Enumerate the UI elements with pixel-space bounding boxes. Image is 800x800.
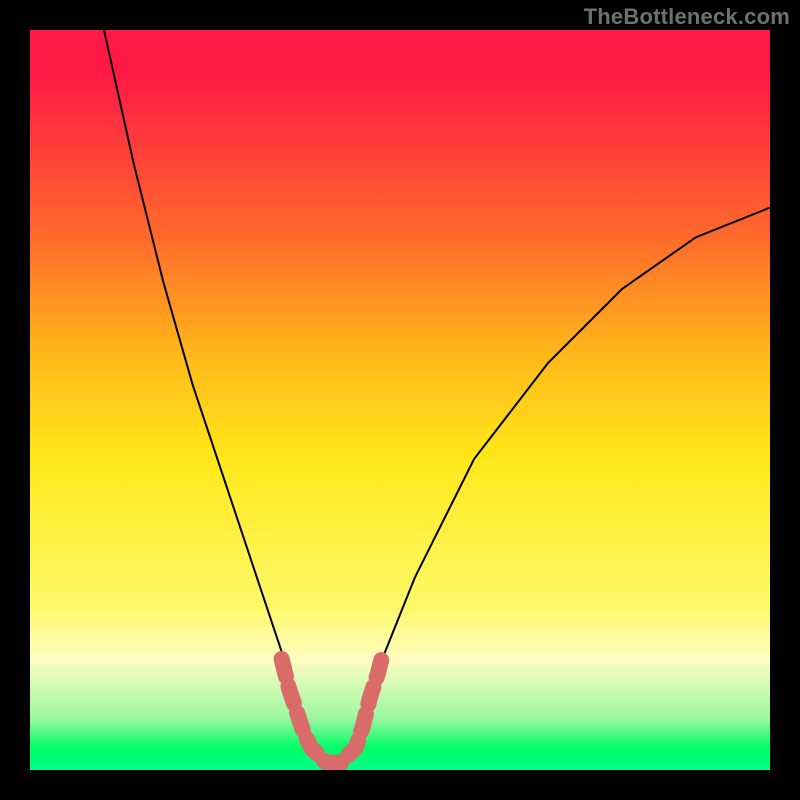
watermark-text: TheBottleneck.com: [584, 4, 790, 30]
chart-frame: TheBottleneck.com: [0, 0, 800, 800]
chart-svg: [30, 30, 770, 770]
optimal-band-markers: [282, 659, 382, 763]
plot-area: [30, 30, 770, 770]
bottleneck-curve: [104, 30, 770, 763]
optimal-band-path: [282, 659, 382, 763]
